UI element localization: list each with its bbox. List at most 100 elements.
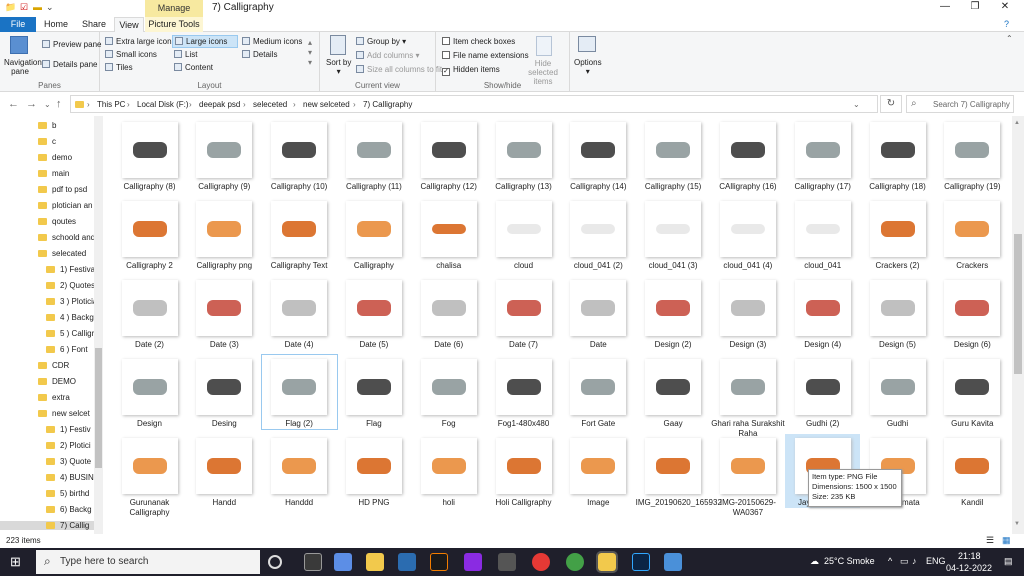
- back-arrow-icon[interactable]: ←: [8, 98, 19, 110]
- tray-chevron-icon[interactable]: ^: [888, 556, 892, 566]
- clock-date[interactable]: 04-12-2022: [946, 563, 992, 573]
- file-item[interactable]: cloud_041 (2): [561, 197, 636, 271]
- crumb-this-pc[interactable]: This PC: [97, 100, 125, 109]
- chrome-icon[interactable]: [532, 553, 550, 571]
- file-explorer-icon[interactable]: [366, 553, 384, 571]
- sort-by-button[interactable]: Sort by ▾: [326, 58, 351, 76]
- sidebar-item[interactable]: qoutes: [38, 217, 76, 226]
- file-item[interactable]: Design (4): [785, 276, 860, 350]
- file-item[interactable]: Design (6): [935, 276, 1010, 350]
- group-by-button[interactable]: Group by ▾: [356, 37, 406, 46]
- sidebar-item[interactable]: pdf to psd: [38, 185, 87, 194]
- file-item[interactable]: Date (6): [411, 276, 486, 350]
- layout-medium-icons[interactable]: Medium icons: [242, 37, 302, 46]
- close-button[interactable]: ✕: [990, 1, 1020, 12]
- store-icon[interactable]: [334, 553, 352, 571]
- widgets-icon[interactable]: [304, 553, 322, 571]
- clock-time[interactable]: 21:18: [958, 551, 981, 561]
- file-item[interactable]: Date (4): [262, 276, 337, 350]
- layout-scroll-icon[interactable]: ▴ ▾ ▾: [308, 38, 312, 68]
- properties-icon[interactable]: ☑: [20, 2, 28, 13]
- options-button[interactable]: Options ▾: [574, 58, 602, 76]
- file-item[interactable]: Crackers: [935, 197, 1010, 271]
- sidebar-item[interactable]: main: [38, 169, 69, 178]
- scroll-thumb[interactable]: [1014, 234, 1022, 374]
- file-item[interactable]: Fog1-480x480: [486, 355, 561, 429]
- sidebar-item[interactable]: 4 ) Backgr: [46, 313, 96, 322]
- minimize-button[interactable]: —: [930, 1, 960, 12]
- tab-picture-tools[interactable]: Picture Tools: [145, 17, 203, 32]
- sidebar-item[interactable]: 5) birthd: [46, 489, 89, 498]
- file-item[interactable]: Calligraphy (14): [561, 118, 636, 192]
- file-item[interactable]: Holi Calligraphy: [486, 434, 561, 508]
- layout-content[interactable]: Content: [174, 63, 213, 72]
- layout-list[interactable]: List: [174, 50, 197, 59]
- app-icon[interactable]: [498, 553, 516, 571]
- file-item[interactable]: HD PNG: [336, 434, 411, 508]
- taskbar-search[interactable]: ⌕ Type here to search: [36, 550, 260, 574]
- sidebar-item[interactable]: 1) Festival: [46, 265, 97, 274]
- file-item[interactable]: Design: [112, 355, 187, 429]
- sidebar-item[interactable]: 6) Backg: [46, 505, 92, 514]
- file-item[interactable]: Handdd: [262, 434, 337, 508]
- file-item[interactable]: Fort Gate: [561, 355, 636, 429]
- file-item[interactable]: CAlligraphy (16): [710, 118, 785, 192]
- help-icon[interactable]: ?: [1004, 19, 1009, 29]
- file-explorer-active-icon[interactable]: [596, 551, 618, 573]
- file-item[interactable]: cloud_041: [785, 197, 860, 271]
- file-item[interactable]: Handd: [187, 434, 262, 508]
- layout-large-icons[interactable]: Large icons: [172, 35, 238, 48]
- file-item[interactable]: Design (3): [710, 276, 785, 350]
- hidden-items-checkbox[interactable]: ✓ Hidden items: [442, 65, 500, 76]
- recent-locations-icon[interactable]: ⌄: [44, 100, 51, 109]
- file-item[interactable]: cloud_041 (3): [636, 197, 711, 271]
- file-item[interactable]: Gaay: [636, 355, 711, 429]
- new-folder-icon[interactable]: ▬: [33, 2, 42, 12]
- file-item[interactable]: IMG_20190620_165932: [636, 434, 722, 508]
- refresh-button[interactable]: ↻: [880, 95, 902, 113]
- file-item[interactable]: Design (2): [636, 276, 711, 350]
- file-item[interactable]: Calligraphy png: [187, 197, 262, 271]
- sidebar-item[interactable]: 1) Festiv: [46, 425, 91, 434]
- file-item[interactable]: Kandil: [935, 434, 1010, 508]
- layout-details[interactable]: Details: [242, 50, 277, 59]
- file-item[interactable]: Date (3): [187, 276, 262, 350]
- file-item[interactable]: Calligraphy: [336, 197, 411, 271]
- file-item[interactable]: Gurunanak Calligraphy: [112, 434, 187, 518]
- file-item[interactable]: Calligraphy (17): [785, 118, 860, 192]
- file-item[interactable]: Calligraphy (9): [187, 118, 262, 192]
- network-icon[interactable]: ▭: [900, 556, 909, 567]
- file-item[interactable]: Gudhi (2): [785, 355, 860, 429]
- file-item[interactable]: chalisa: [411, 197, 486, 271]
- crumb-local-disk[interactable]: Local Disk (F:): [137, 100, 189, 109]
- scroll-up-icon[interactable]: ▲: [1014, 120, 1020, 126]
- sidebar-item[interactable]: selecated: [38, 249, 86, 258]
- vertical-scrollbar[interactable]: ▲ ▼: [1012, 116, 1024, 534]
- file-item[interactable]: Calligraphy (13): [486, 118, 561, 192]
- tab-file[interactable]: File: [0, 17, 36, 32]
- customize-quick-access-icon[interactable]: ⌄: [46, 2, 54, 13]
- file-item[interactable]: cloud: [486, 197, 561, 271]
- up-arrow-icon[interactable]: ↑: [56, 98, 62, 110]
- size-all-columns-button[interactable]: Size all columns to fit: [356, 65, 442, 74]
- details-pane-button[interactable]: Details pane: [42, 60, 97, 69]
- maximize-button[interactable]: ❐: [960, 1, 990, 12]
- manage-tab[interactable]: Manage: [145, 0, 203, 17]
- file-item[interactable]: Calligraphy (15): [636, 118, 711, 192]
- file-item[interactable]: Guru Kavita: [935, 355, 1010, 429]
- photoshop-icon[interactable]: [632, 553, 650, 571]
- file-item[interactable]: Calligraphy (11): [336, 118, 411, 192]
- scroll-down-icon[interactable]: ▼: [1014, 521, 1020, 527]
- file-item[interactable]: Calligraphy Text: [262, 197, 337, 271]
- sidebar-item[interactable]: schoold and: [38, 233, 95, 242]
- file-item[interactable]: Gudhi: [860, 355, 935, 429]
- sidebar-item[interactable]: CDR: [38, 361, 69, 370]
- sidebar-item[interactable]: c: [38, 137, 56, 146]
- illustrator-icon[interactable]: [430, 553, 448, 571]
- sidebar-item[interactable]: b: [38, 121, 56, 130]
- address-bar[interactable]: › This PC › Local Disk (F:) › deepak psd…: [70, 95, 878, 113]
- file-item[interactable]: IMG-20150629-WA0367: [710, 434, 785, 518]
- add-columns-button[interactable]: Add columns ▾: [356, 51, 420, 60]
- navigation-pane-icon[interactable]: [10, 36, 28, 54]
- scroll-thumb[interactable]: [95, 348, 102, 468]
